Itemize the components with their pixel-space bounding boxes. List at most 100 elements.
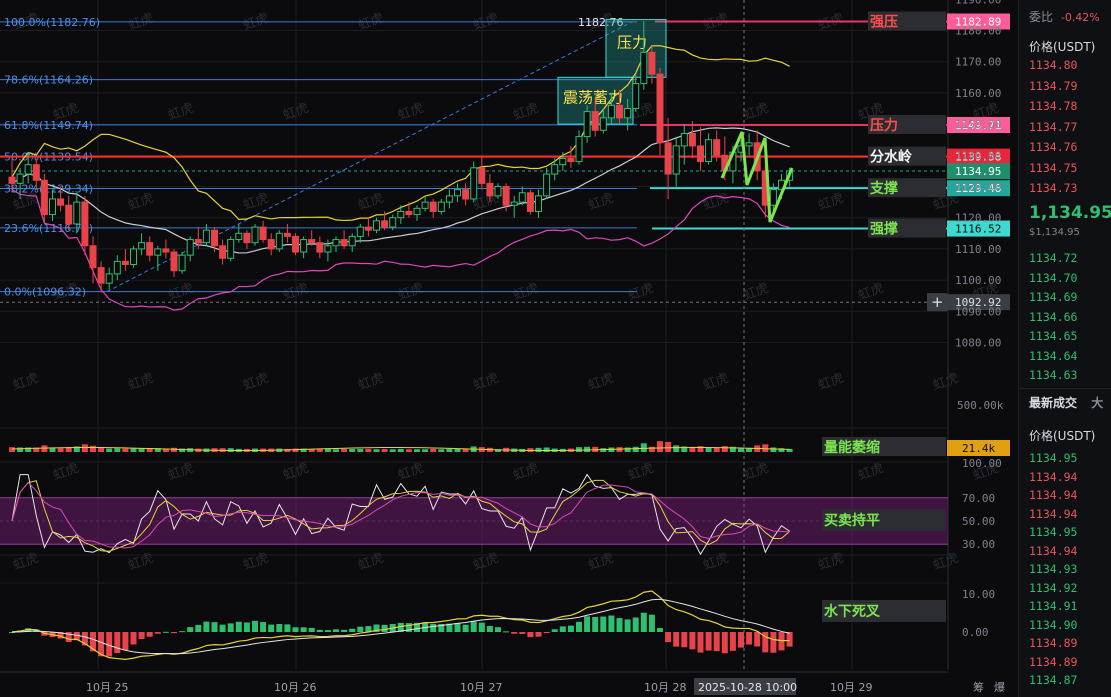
macd-histogram-bar — [324, 630, 331, 632]
volume-bar — [738, 448, 744, 452]
candle-body — [445, 195, 453, 203]
crosshair-time: 2025-10-28 10:00 — [698, 681, 797, 694]
trade-price: 1134.94 — [1029, 506, 1078, 521]
candle-body — [713, 139, 721, 156]
macd-histogram-bar — [235, 621, 242, 632]
candle-body — [510, 201, 518, 206]
candle-body — [332, 239, 340, 247]
macd-histogram-bar — [268, 624, 275, 632]
macd-histogram-bar — [333, 629, 339, 632]
candle-body — [745, 142, 753, 147]
tab-large-trades[interactable]: 大 — [1091, 396, 1103, 410]
candle-body — [543, 173, 551, 197]
price-axis-label: 1190.00 — [955, 0, 1001, 6]
candle-body — [348, 235, 356, 247]
volume-annotation: 量能萎缩 — [824, 439, 880, 456]
price-axis-label: 1150.00 — [955, 118, 1001, 131]
candle-body — [186, 239, 194, 256]
price-axis-label: 1100.00 — [955, 274, 1001, 287]
volume-bar — [341, 448, 348, 452]
candle-body — [624, 108, 632, 119]
volume-bar — [405, 449, 412, 452]
volume-bar — [333, 449, 339, 452]
candle-body — [494, 186, 502, 197]
trade-price: 1134.93 — [1029, 562, 1078, 576]
macd-axis-label: 10.00 — [962, 588, 995, 601]
candle-body — [373, 220, 380, 231]
volume-bar — [543, 447, 550, 452]
rsi-axis-label: 30.00 — [962, 538, 995, 551]
candle-body — [300, 239, 308, 253]
volume-current: 21.4k — [962, 442, 995, 455]
candle-body — [324, 245, 332, 253]
candle-body — [130, 248, 137, 265]
level-label: 强压 — [870, 14, 898, 30]
rsi-axis-label: 70.00 — [962, 492, 995, 505]
bid-price: 1134.64 — [1029, 348, 1078, 363]
candle-body — [470, 167, 478, 200]
macd-histogram-bar — [357, 626, 364, 632]
current-price-tag: 1134.95 — [955, 165, 1001, 178]
macd-histogram-bar — [705, 632, 712, 651]
price-axis-label: 1120.00 — [955, 212, 1001, 225]
macd-histogram-bar — [114, 632, 121, 654]
tab-latest-trades[interactable]: 最新成交 — [1029, 396, 1077, 410]
price-chart[interactable]: 虹虎 虹虎 虹虎 虹虎 虹虎 虹虎 虹虎 虹虎 虹虎虹虎 虹虎 虹虎 虹虎 虹虎 虹虎 虹虎 虹虎 虹虎虹虎 虹虎… — [0, 0, 1018, 697]
candle-body — [454, 189, 461, 197]
candle-body — [16, 173, 24, 184]
candle-body — [138, 242, 146, 250]
candle-body — [24, 164, 32, 175]
macd-histogram-bar — [179, 631, 186, 633]
candle-body — [283, 232, 291, 237]
trade-price: 1134.87 — [1029, 673, 1078, 687]
trade-price: 1134.95 — [1029, 525, 1078, 539]
candle-body — [121, 260, 129, 266]
time-axis-label: 10月 25 — [86, 681, 129, 694]
macd-histogram-bar — [195, 624, 202, 632]
candle-body — [8, 176, 16, 184]
candle-body — [502, 186, 510, 206]
ask-price: 1134.78 — [1029, 99, 1078, 113]
trade-price: 1134.90 — [1029, 617, 1078, 632]
volume-bar — [171, 447, 177, 452]
macd-histogram-bar — [624, 619, 631, 632]
price-axis-label: 1080.00 — [955, 337, 1001, 350]
volume-bar — [373, 449, 380, 452]
volume-bar — [446, 448, 453, 452]
volume-bar — [624, 447, 631, 452]
macd-histogram-bar — [551, 629, 558, 632]
macd-histogram-bar — [462, 624, 469, 632]
candle-body — [632, 83, 640, 109]
price-axis-label: 1130.00 — [955, 181, 1001, 194]
volume-bar — [397, 448, 404, 452]
commission-ratio-value: -0.42% — [1060, 11, 1100, 24]
candle-body — [113, 260, 121, 275]
macd-histogram-bar — [567, 625, 574, 632]
candle-body — [162, 248, 170, 253]
macd-histogram-bar — [511, 632, 518, 634]
ask-price: 1134.73 — [1029, 181, 1078, 195]
volume-bar — [640, 443, 647, 452]
candle-body — [89, 245, 97, 269]
bid-price: 1134.72 — [1029, 251, 1078, 265]
bid-price: 1134.66 — [1029, 309, 1078, 324]
candle-body — [356, 226, 364, 237]
volume-axis-label: 500.00k — [957, 399, 1004, 412]
volume-bar — [705, 447, 712, 452]
volume-bar — [365, 448, 372, 452]
candle-body — [429, 201, 437, 212]
macd-histogram-bar — [681, 632, 688, 648]
chip-tool: 筹 — [973, 680, 984, 694]
volume-bar — [381, 448, 388, 452]
macd-histogram-bar — [786, 632, 793, 647]
candle-body — [656, 73, 664, 144]
macd-histogram-bar — [665, 632, 672, 643]
trade-price: 1134.92 — [1029, 580, 1078, 595]
candle-body — [680, 132, 688, 147]
volume-bar — [454, 448, 461, 452]
macd-histogram-bar — [535, 632, 542, 637]
ask-price: 1134.80 — [1029, 58, 1078, 72]
ask-price: 1134.76 — [1029, 140, 1078, 154]
bid-price: 1134.69 — [1029, 290, 1078, 304]
box-pressure-label: 压力 — [617, 34, 647, 52]
